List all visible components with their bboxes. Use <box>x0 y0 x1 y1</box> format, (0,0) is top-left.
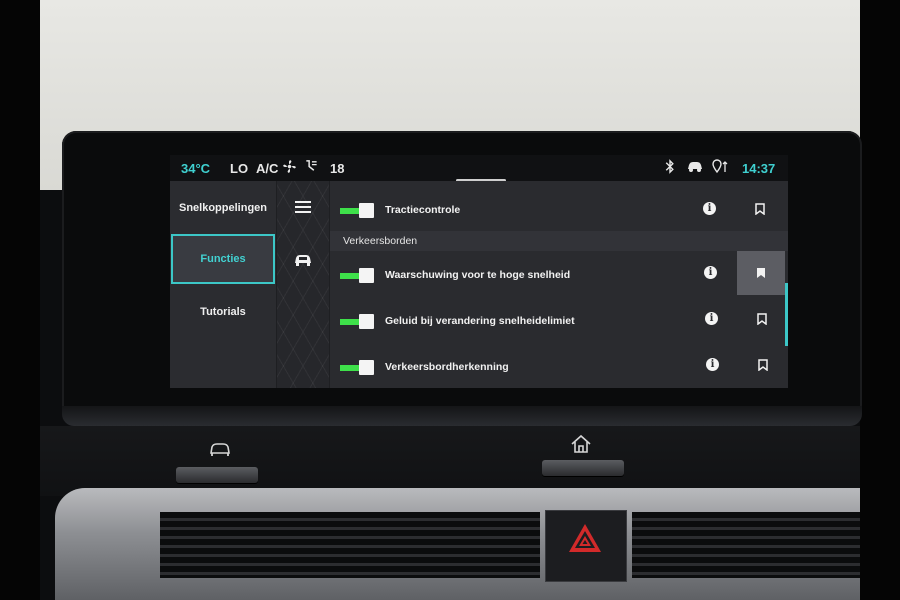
bookmark-icon[interactable] <box>755 202 765 216</box>
list-item[interactable]: Geluid bij verandering snelheidelimiet i <box>330 299 788 343</box>
list-item-label: Waarschuwing voor te hoge snelheid <box>385 269 571 281</box>
dashboard-panel <box>40 426 860 496</box>
toggle-switch[interactable] <box>340 268 376 283</box>
air-flow-icon[interactable] <box>303 159 319 177</box>
section-header: Verkeersborden <box>330 231 788 251</box>
location-icon <box>712 159 730 177</box>
home-button-icon <box>570 434 592 459</box>
display-bezel-edge <box>62 406 862 426</box>
car-settings-button[interactable] <box>176 467 258 483</box>
left-menu: Snelkoppelingen Functies Tutorials <box>170 181 276 388</box>
outside-temperature[interactable]: 34°C <box>181 161 210 176</box>
info-icon[interactable]: i <box>704 266 717 279</box>
infotainment-screen: 34°C LO A/C 18 14:37 Snelkoppelingen Fun… <box>170 155 788 388</box>
car-button-icon <box>208 441 232 462</box>
menu-item-snelkoppelingen[interactable]: Snelkoppelingen <box>170 202 276 214</box>
menu-item-tutorials[interactable]: Tutorials <box>170 306 276 318</box>
temperature-setpoint[interactable]: 18 <box>330 161 344 176</box>
list-item[interactable]: Verkeersbordherkenning i <box>330 345 788 388</box>
frame-right <box>860 0 900 600</box>
info-icon[interactable]: i <box>706 358 719 371</box>
air-vent-right[interactable] <box>632 512 860 578</box>
home-button[interactable] <box>542 460 624 476</box>
clock: 14:37 <box>742 161 776 176</box>
bluetooth-icon <box>665 159 675 177</box>
bookmark-icon[interactable] <box>756 266 766 278</box>
menu-icon[interactable] <box>277 198 329 219</box>
info-icon[interactable]: i <box>705 312 718 325</box>
toggle-switch[interactable] <box>340 360 376 375</box>
status-bar: 34°C LO A/C 18 14:37 <box>170 155 788 181</box>
info-icon[interactable]: i <box>703 202 716 215</box>
car-icon[interactable] <box>277 251 329 272</box>
settings-list: Tractiecontrole i Verkeersborden Waarsch… <box>330 181 788 388</box>
hazard-icon <box>567 522 603 559</box>
list-item[interactable]: Waarschuwing voor te hoge snelheid i <box>330 253 788 297</box>
ac-status[interactable]: A/C <box>256 161 278 176</box>
list-item-label: Geluid bij verandering snelheidelimiet <box>385 315 575 327</box>
car-connect-icon <box>686 160 704 176</box>
scrollbar[interactable] <box>785 283 788 346</box>
bookmark-icon[interactable] <box>758 358 768 372</box>
air-vent-left[interactable] <box>160 512 540 578</box>
fan-icon[interactable] <box>282 159 297 177</box>
toggle-switch[interactable] <box>340 203 376 218</box>
toggle-switch[interactable] <box>340 314 376 329</box>
icon-column <box>277 181 329 388</box>
frame-left <box>0 0 40 600</box>
list-item-label: Tractiecontrole <box>385 204 461 216</box>
list-item-label: Verkeersbordherkenning <box>385 361 509 373</box>
fan-level[interactable]: LO <box>230 161 248 176</box>
menu-item-functies[interactable]: Functies <box>171 234 275 284</box>
list-item[interactable]: Tractiecontrole i <box>330 188 788 232</box>
bookmark-icon[interactable] <box>757 312 767 326</box>
